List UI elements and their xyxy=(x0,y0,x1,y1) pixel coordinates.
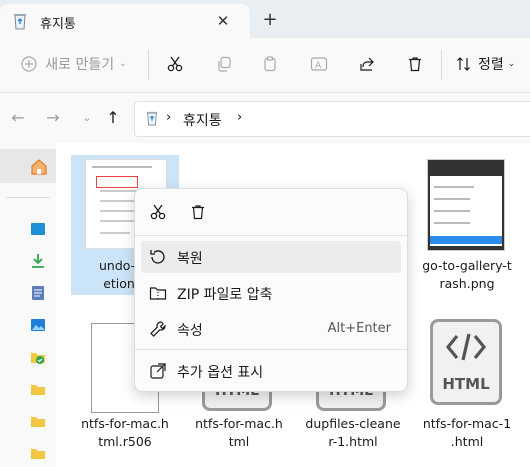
trash-icon xyxy=(192,205,204,220)
folder-icon[interactable] xyxy=(30,413,46,429)
menu-item-shortcut: Alt+Enter xyxy=(327,321,391,336)
rename-button[interactable]: A xyxy=(307,50,331,78)
desktop-icon[interactable] xyxy=(30,221,46,237)
html-badge: HTML xyxy=(442,375,490,393)
folder-check-icon[interactable] xyxy=(30,349,46,365)
sort-label: 정렬 xyxy=(478,57,504,73)
external-icon xyxy=(150,363,166,379)
svg-text:A: A xyxy=(315,61,322,71)
paste-button[interactable] xyxy=(258,50,282,78)
menu-item-zip[interactable]: ZIP 파일로 압축 xyxy=(141,277,401,309)
tab-label: 휴지통 xyxy=(40,17,76,32)
recycle-bin-icon xyxy=(14,14,26,30)
toolbar-divider xyxy=(441,50,442,80)
chevron-down-icon: ⌄ xyxy=(507,59,516,69)
menu-item-show-more-options[interactable]: 추가 옵션 표시 xyxy=(141,355,401,387)
zip-icon xyxy=(149,287,167,300)
tab-bar: 휴지통 ✕ + xyxy=(0,0,530,38)
download-icon[interactable] xyxy=(30,253,46,269)
cut-button[interactable] xyxy=(163,50,187,78)
share-button[interactable] xyxy=(355,50,379,78)
documents-icon[interactable] xyxy=(30,285,46,301)
navigation-pane xyxy=(0,143,56,467)
sort-button[interactable]: 정렬 ⌄ xyxy=(456,50,530,78)
file-name: ntfs-for-mac.h tml.r506 xyxy=(81,416,169,449)
sidebar-divider xyxy=(6,197,50,198)
trash-icon xyxy=(409,57,421,72)
sidebar-item-home[interactable] xyxy=(0,149,56,183)
up-arrow-icon[interactable]: ↑ xyxy=(102,107,124,129)
menu-item-restore[interactable]: 복원 xyxy=(141,241,401,273)
recycle-bin-icon xyxy=(146,111,158,126)
clipboard-icon xyxy=(264,56,276,72)
context-menu: 복원 ZIP 파일로 압축 속성 Alt+Enter 추가 옵션 표시 xyxy=(134,188,408,392)
breadcrumb-separator[interactable]: › xyxy=(237,110,242,125)
menu-item-label: 추가 옵션 표시 xyxy=(177,365,264,381)
file-name: go-to-gallery-t rash.png xyxy=(422,258,512,291)
new-tab-button[interactable]: + xyxy=(258,8,282,32)
scissors-icon xyxy=(167,56,183,72)
file-name: dupfiles-cleane r-1.html xyxy=(305,416,401,449)
plus-circle-icon xyxy=(21,56,37,72)
wrench-icon xyxy=(150,321,166,337)
tab-recycle-bin[interactable]: 휴지통 ✕ xyxy=(0,4,250,38)
close-tab-icon[interactable]: ✕ xyxy=(212,10,234,32)
file-name: ntfs-for-mac-1 .html xyxy=(422,416,512,449)
copy-button[interactable] xyxy=(212,50,236,78)
menu-item-label: 복원 xyxy=(177,251,203,267)
home-icon xyxy=(31,159,47,175)
html-file-icon: HTML xyxy=(430,319,502,405)
breadcrumb-recycle-bin[interactable]: 휴지통 xyxy=(183,110,222,130)
file-item-go-to-gallery-trash-png[interactable]: go-to-gallery-t rash.png xyxy=(413,155,521,295)
menu-item-label: ZIP 파일로 압축 xyxy=(177,287,273,303)
menu-divider xyxy=(135,349,407,350)
context-cut-button[interactable] xyxy=(147,201,169,223)
address-bar-row: ← → ⌄ ↑ › 휴지통 › xyxy=(0,93,530,143)
new-button[interactable]: 새로 만들기 ⌄ xyxy=(14,50,134,78)
file-name: ntfs-for-mac.h tml xyxy=(195,416,283,449)
sort-icon xyxy=(457,57,470,71)
rename-icon: A xyxy=(310,57,328,71)
menu-item-properties[interactable]: 속성 Alt+Enter xyxy=(141,313,401,345)
folder-icon[interactable] xyxy=(30,381,46,397)
new-button-label: 새로 만들기 xyxy=(45,57,115,73)
menu-item-label: 속성 xyxy=(177,323,203,339)
address-field[interactable]: › 휴지통 › xyxy=(134,101,530,137)
forward-arrow-icon[interactable]: → xyxy=(42,107,64,129)
pictures-icon[interactable] xyxy=(30,317,46,333)
chevron-down-icon: ⌄ xyxy=(119,59,127,69)
code-brackets-icon xyxy=(445,333,487,361)
folder-icon[interactable] xyxy=(30,445,46,461)
scissors-icon xyxy=(150,204,166,220)
back-arrow-icon[interactable]: ← xyxy=(7,107,29,129)
restore-icon xyxy=(150,250,165,264)
context-delete-button[interactable] xyxy=(187,201,209,223)
breadcrumb-separator[interactable]: › xyxy=(166,110,171,125)
file-item-ntfs-for-mac-1-html[interactable]: HTML ntfs-for-mac-1 .html xyxy=(413,315,521,455)
command-toolbar: 새로 만들기 ⌄ A 정렬 ⌄ xyxy=(0,38,530,93)
toolbar-divider xyxy=(148,50,149,80)
file-thumbnail xyxy=(427,159,505,251)
menu-divider xyxy=(135,235,407,236)
delete-button[interactable] xyxy=(403,50,427,78)
recent-chevron-icon[interactable]: ⌄ xyxy=(76,107,98,129)
share-icon xyxy=(360,57,374,71)
copy-icon xyxy=(218,56,231,72)
